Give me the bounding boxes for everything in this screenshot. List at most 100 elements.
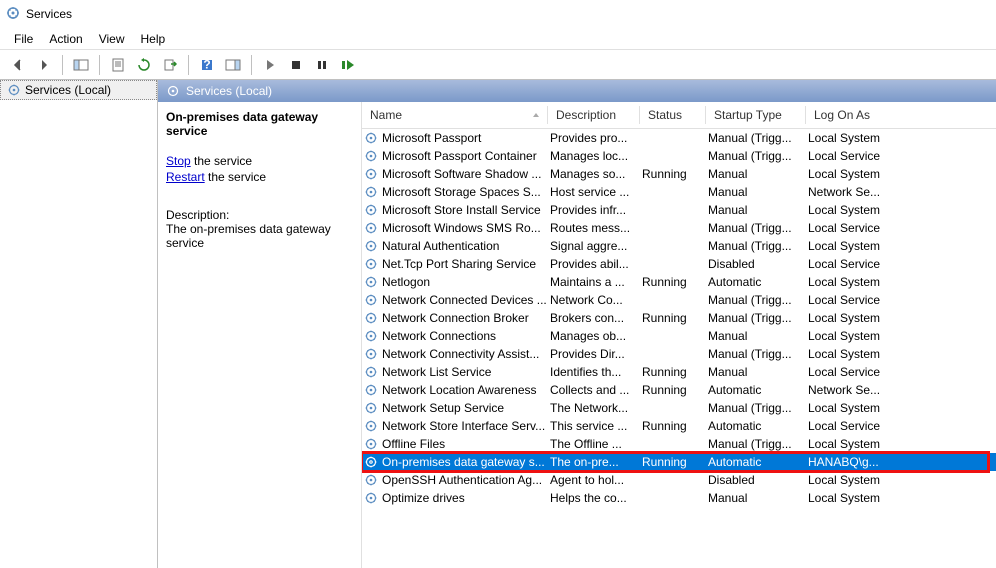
cell-description: Maintains a ... (548, 275, 640, 289)
cell-name: Network Store Interface Serv... (362, 419, 548, 433)
service-row[interactable]: Network Connection BrokerBrokers con...R… (362, 309, 996, 327)
gear-icon (364, 437, 378, 451)
cell-logon: Local Service (806, 365, 906, 379)
body-panes: Services (Local) Services (Local) On-pre… (0, 80, 996, 568)
description-label: Description: (166, 208, 353, 222)
cell-status: Running (640, 275, 706, 289)
pause-service-button[interactable] (310, 53, 334, 77)
menu-action[interactable]: Action (41, 30, 90, 47)
column-header-logon[interactable]: Log On As (806, 102, 906, 128)
cell-startup: Manual (Trigg... (706, 311, 806, 325)
service-row[interactable]: Network ConnectionsManages ob...ManualLo… (362, 327, 996, 345)
service-row[interactable]: Network Setup ServiceThe Network...Manua… (362, 399, 996, 417)
gear-icon (364, 473, 378, 487)
cell-startup: Manual (Trigg... (706, 347, 806, 361)
cell-description: Helps the co... (548, 491, 640, 505)
column-header-startup[interactable]: Startup Type (706, 102, 806, 128)
export-list-button[interactable] (158, 53, 182, 77)
gear-icon (364, 239, 378, 253)
cell-description: Provides Dir... (548, 347, 640, 361)
cell-name: Network Connectivity Assist... (362, 347, 548, 361)
refresh-button[interactable] (132, 53, 156, 77)
restart-service-line: Restart the service (166, 170, 353, 184)
cell-logon: Local System (806, 401, 906, 415)
service-row[interactable]: Offline FilesThe Offline ...Manual (Trig… (362, 435, 996, 453)
cell-name: Microsoft Windows SMS Ro... (362, 221, 548, 235)
cell-status: Running (640, 167, 706, 181)
start-service-button[interactable] (258, 53, 282, 77)
cell-logon: Local System (806, 491, 906, 505)
service-row[interactable]: Microsoft Passport ContainerManages loc.… (362, 147, 996, 165)
service-row[interactable]: On-premises data gateway s...The on-pre.… (362, 453, 996, 471)
cell-name: Netlogon (362, 275, 548, 289)
restart-service-button[interactable] (336, 53, 360, 77)
show-hide-console-tree-button[interactable] (69, 53, 93, 77)
cell-logon: HANABQ\g... (806, 455, 906, 469)
gear-icon (364, 293, 378, 307)
column-header-description[interactable]: Description (548, 102, 640, 128)
gear-icon (364, 167, 378, 181)
cell-name: Microsoft Software Shadow ... (362, 167, 548, 181)
service-row[interactable]: Network Store Interface Serv...This serv… (362, 417, 996, 435)
service-row[interactable]: Optimize drivesHelps the co...ManualLoca… (362, 489, 996, 507)
cell-startup: Automatic (706, 455, 806, 469)
stop-service-button[interactable] (284, 53, 308, 77)
cell-logon: Local Service (806, 419, 906, 433)
cell-startup: Manual (Trigg... (706, 293, 806, 307)
cell-name: Offline Files (362, 437, 548, 451)
cell-logon: Local System (806, 275, 906, 289)
restart-service-link[interactable]: Restart (166, 170, 205, 184)
service-row[interactable]: Network Location AwarenessCollects and .… (362, 381, 996, 399)
cell-description: Manages so... (548, 167, 640, 181)
service-row[interactable]: Microsoft Windows SMS Ro...Routes mess..… (362, 219, 996, 237)
service-row[interactable]: OpenSSH Authentication Ag...Agent to hol… (362, 471, 996, 489)
nav-label: Services (Local) (25, 83, 111, 97)
cell-startup: Manual (706, 203, 806, 217)
cell-description: Collects and ... (548, 383, 640, 397)
nav-services-local[interactable]: Services (Local) (0, 80, 157, 100)
cell-status: Running (640, 383, 706, 397)
cell-logon: Network Se... (806, 383, 906, 397)
cell-logon: Local Service (806, 221, 906, 235)
service-row[interactable]: Network Connectivity Assist...Provides D… (362, 345, 996, 363)
service-row[interactable]: Net.Tcp Port Sharing ServiceProvides abi… (362, 255, 996, 273)
cell-startup: Manual (Trigg... (706, 221, 806, 235)
forward-button[interactable] (32, 53, 56, 77)
service-row[interactable]: Natural AuthenticationSignal aggre...Man… (362, 237, 996, 255)
cell-startup: Manual (706, 167, 806, 181)
menu-file[interactable]: File (6, 30, 41, 47)
list-body[interactable]: Microsoft PassportProvides pro...Manual … (362, 129, 996, 568)
cell-description: Agent to hol... (548, 473, 640, 487)
gear-icon (364, 221, 378, 235)
navigation-pane[interactable]: Services (Local) (0, 80, 158, 568)
service-row[interactable]: Microsoft PassportProvides pro...Manual … (362, 129, 996, 147)
cell-name: Network Connection Broker (362, 311, 548, 325)
service-row[interactable]: NetlogonMaintains a ...RunningAutomaticL… (362, 273, 996, 291)
menu-view[interactable]: View (91, 30, 133, 47)
cell-logon: Local System (806, 311, 906, 325)
show-hide-action-pane-button[interactable] (221, 53, 245, 77)
stop-service-link[interactable]: Stop (166, 154, 191, 168)
cell-status: Running (640, 365, 706, 379)
column-header-name[interactable]: Name (362, 102, 548, 128)
service-row[interactable]: Network List ServiceIdentifies th...Runn… (362, 363, 996, 381)
gear-icon (364, 329, 378, 343)
back-button[interactable] (6, 53, 30, 77)
cell-description: Network Co... (548, 293, 640, 307)
cell-name: Natural Authentication (362, 239, 548, 253)
cell-name: Network Setup Service (362, 401, 548, 415)
content-header: Services (Local) (158, 80, 996, 102)
service-row[interactable]: Microsoft Storage Spaces S...Host servic… (362, 183, 996, 201)
properties-button[interactable] (106, 53, 130, 77)
cell-name: Microsoft Storage Spaces S... (362, 185, 548, 199)
cell-description: Manages ob... (548, 329, 640, 343)
details-pane: On-premises data gateway service Stop th… (158, 102, 362, 568)
menu-help[interactable]: Help (133, 30, 174, 47)
service-row[interactable]: Microsoft Store Install ServiceProvides … (362, 201, 996, 219)
service-row[interactable]: Network Connected Devices ...Network Co.… (362, 291, 996, 309)
help-button[interactable]: ? (195, 53, 219, 77)
gear-icon (364, 131, 378, 145)
service-row[interactable]: Microsoft Software Shadow ...Manages so.… (362, 165, 996, 183)
column-header-status[interactable]: Status (640, 102, 706, 128)
menubar: File Action View Help (0, 28, 996, 50)
